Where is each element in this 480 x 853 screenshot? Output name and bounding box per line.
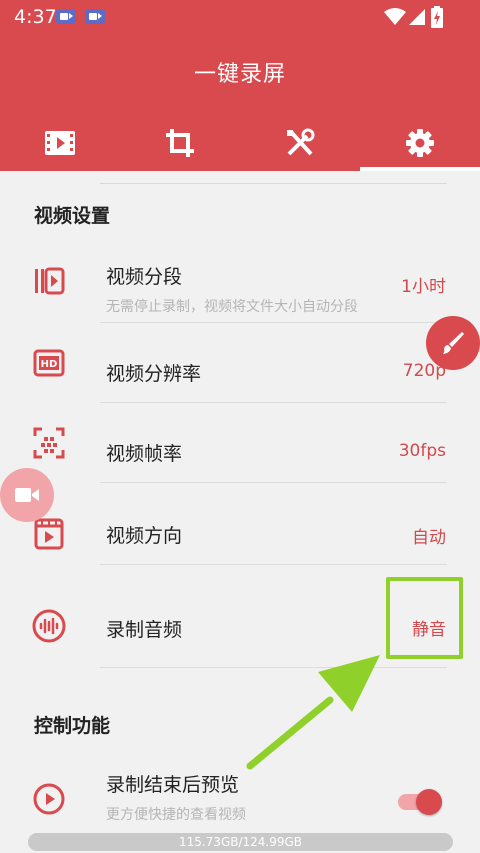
preview-toggle-switch[interactable] <box>398 789 446 815</box>
setting-row-resolution[interactable]: HD 视频分辨率 720p <box>0 323 480 403</box>
setting-subtitle: 更方便快捷的查看视频 <box>106 807 246 823</box>
setting-label: 录制音频 <box>106 619 183 641</box>
setting-row-frame-rate[interactable]: 视频帧率 30fps <box>0 403 480 483</box>
status-time: 4:37 <box>14 6 57 28</box>
video-camera-icon <box>85 9 105 24</box>
signal-icon <box>409 9 425 25</box>
video-film-icon <box>45 130 75 155</box>
setting-label: 视频方向 <box>106 525 183 547</box>
divider <box>100 183 447 184</box>
setting-label: 视频分辨率 <box>106 363 202 385</box>
setting-value: 1小时 <box>401 277 446 297</box>
video-segment-icon <box>35 267 65 295</box>
svg-text:HD: HD <box>41 359 58 370</box>
setting-label: 视频分段 <box>106 266 183 288</box>
setting-row-video-segment[interactable]: 视频分段 无需停止录制，视频将文件大小自动分段 1小时 <box>0 246 480 324</box>
tools-icon <box>287 128 315 155</box>
setting-value: 30fps <box>398 441 446 461</box>
settings-content: 视频设置 视频分段 无需停止录制，视频将文件大小自动分段 1小时 HD 视频分辨… <box>0 171 480 853</box>
video-camera-icon <box>56 9 76 24</box>
tab-crop[interactable] <box>120 114 240 171</box>
gear-icon <box>406 128 434 157</box>
divider <box>100 667 447 668</box>
tab-tools[interactable] <box>240 114 360 171</box>
setting-label: 录制结束后预览 <box>106 774 240 796</box>
play-circle-icon <box>33 783 65 815</box>
section-title-control-functions: 控制功能 <box>34 715 111 737</box>
highlight-box <box>386 577 463 659</box>
video-camera-icon <box>15 488 39 502</box>
crop-icon <box>166 128 194 157</box>
battery-charging-icon <box>431 6 443 28</box>
section-title-video-settings: 视频设置 <box>34 205 111 227</box>
hd-icon: HD <box>33 349 65 377</box>
brush-icon <box>443 332 464 354</box>
tab-video[interactable] <box>0 114 120 171</box>
floating-record-button[interactable] <box>0 468 54 522</box>
setting-label: 视频帧率 <box>106 443 183 465</box>
floating-brush-button[interactable] <box>426 316 480 370</box>
frame-rate-icon <box>33 427 65 459</box>
setting-subtitle: 无需停止录制，视频将文件大小自动分段 <box>106 299 358 315</box>
setting-value: 自动 <box>412 528 446 548</box>
app-title: 一键录屏 <box>193 62 286 87</box>
app-header: 一键录屏 <box>0 34 480 171</box>
audio-wave-icon <box>32 609 66 643</box>
setting-row-orientation[interactable]: 视频方向 自动 <box>0 483 480 565</box>
video-orientation-icon <box>34 518 64 550</box>
wifi-icon <box>384 8 406 25</box>
storage-usage-bar: 115.73GB/124.99GB <box>28 833 453 851</box>
toggle-knob <box>416 789 442 815</box>
status-bar: 4:37 <box>0 0 480 34</box>
tab-settings[interactable] <box>360 114 480 171</box>
